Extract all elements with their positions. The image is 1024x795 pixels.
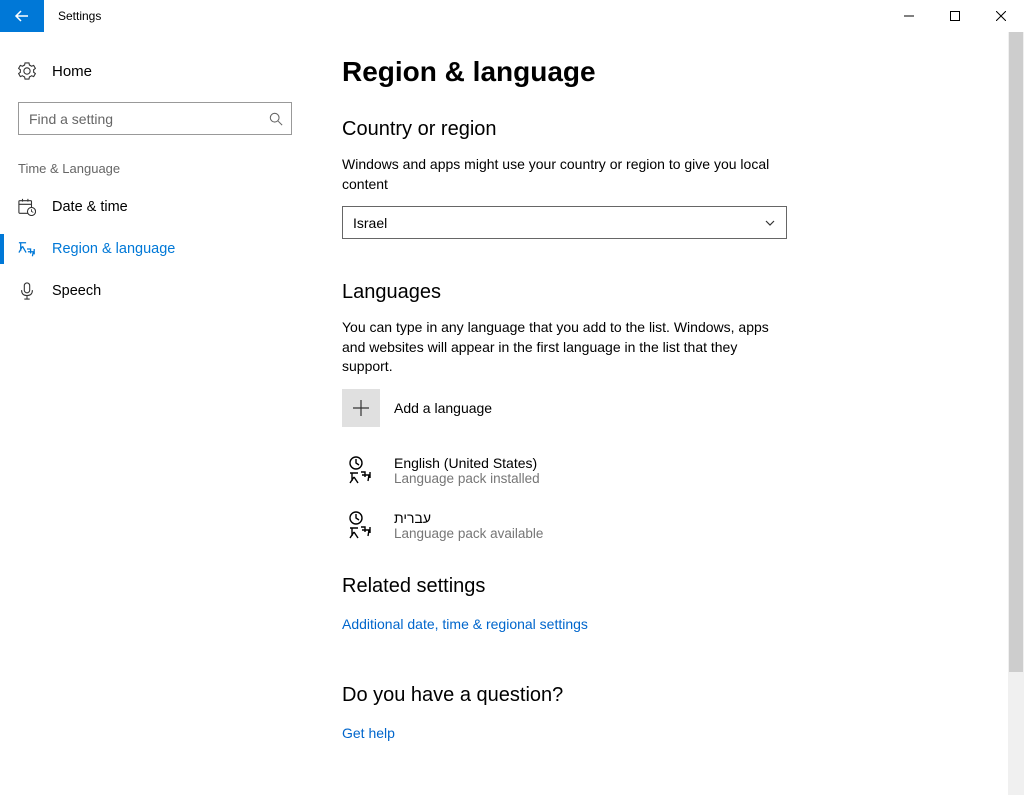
country-dropdown-value: Israel [353,215,387,231]
language-status: Language pack installed [394,471,540,486]
language-pack-icon [342,455,380,485]
sidebar-item-label: Speech [52,283,101,299]
window-title: Settings [44,0,101,32]
arrow-left-icon [14,8,30,24]
sidebar-item-speech[interactable]: Speech [0,270,310,312]
scrollbar-thumb[interactable] [1009,32,1023,672]
main-content: Region & language Country or region Wind… [310,32,1024,795]
language-item[interactable]: English (United States) Language pack in… [342,449,782,492]
language-item[interactable]: עברית Language pack available [342,504,782,547]
chevron-down-icon [764,217,776,229]
language-text: English (United States) Language pack in… [394,455,540,486]
languages-section-desc: You can type in any language that you ad… [342,318,782,377]
language-text: עברית Language pack available [394,510,543,541]
sidebar-item-label: Date & time [52,199,128,215]
language-name: עברית [394,510,543,526]
language-name: English (United States) [394,455,540,471]
maximize-button[interactable] [932,0,978,32]
search-input[interactable] [29,111,269,127]
country-section-title: Country or region [342,118,984,141]
sidebar-item-date-time[interactable]: Date & time [0,186,310,228]
add-language-button[interactable]: Add a language [342,389,782,427]
language-status: Language pack available [394,526,543,541]
additional-settings-link[interactable]: Additional date, time & regional setting… [342,616,588,632]
microphone-icon [18,282,36,300]
close-icon [996,11,1006,21]
add-language-label: Add a language [394,400,492,416]
titlebar: Settings [0,0,1024,32]
back-button[interactable] [0,0,44,32]
related-settings-section: Related settings Additional date, time &… [342,575,984,634]
home-nav-item[interactable]: Home [0,52,310,90]
country-section-desc: Windows and apps might use your country … [342,155,782,194]
related-section-title: Related settings [342,575,984,598]
language-pack-icon [342,510,380,540]
search-icon [269,112,283,126]
sidebar-item-region-language[interactable]: Region & language [0,228,310,270]
country-dropdown[interactable]: Israel [342,206,787,239]
minimize-button[interactable] [886,0,932,32]
question-section-title: Do you have a question? [342,684,984,707]
home-label: Home [52,63,92,80]
question-section: Do you have a question? Get help [342,684,984,743]
sidebar-category-label: Time & Language [0,157,310,186]
page-title: Region & language [342,56,984,88]
close-button[interactable] [978,0,1024,32]
maximize-icon [950,11,960,21]
sidebar: Home Time & Language Date & time [0,32,310,795]
sidebar-item-label: Region & language [52,241,175,257]
globe-language-icon [18,240,36,258]
search-input-container[interactable] [18,102,292,135]
minimize-icon [904,11,914,21]
plus-icon [352,399,370,417]
window-controls [886,0,1024,32]
plus-icon-box [342,389,380,427]
get-help-link[interactable]: Get help [342,725,395,741]
gear-icon [18,62,36,80]
calendar-clock-icon [18,198,36,216]
languages-section-title: Languages [342,281,984,304]
